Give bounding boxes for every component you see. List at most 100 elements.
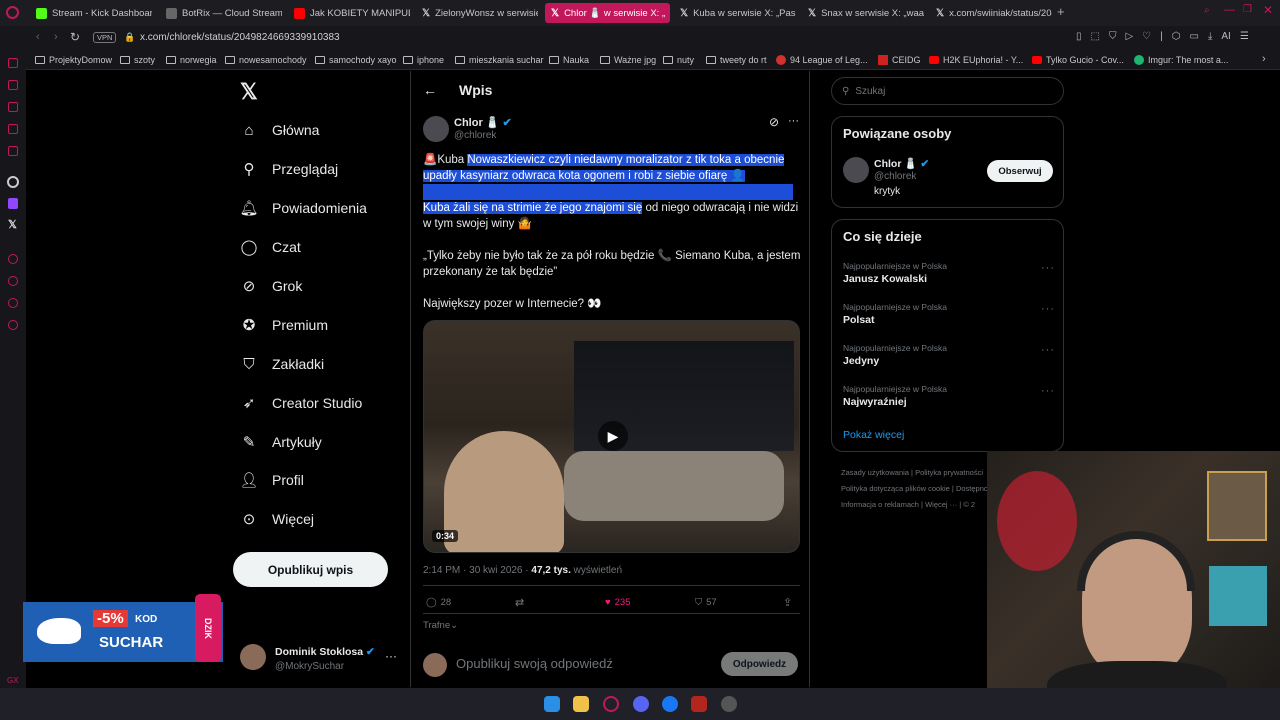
sidebar-clipboard-icon[interactable] — [8, 80, 18, 90]
tab-chlor-active[interactable]: 𝕏 Chlor 🧂 w serwisie X: „ — [545, 3, 670, 23]
reply-action[interactable]: ◯ 28 — [426, 597, 451, 608]
nav-home[interactable]: ⌂ Główna — [240, 121, 319, 139]
bookmark-folder[interactable]: Nauka — [549, 55, 589, 65]
author-name[interactable]: Chlor 🧂 ✔ — [454, 116, 512, 129]
windows-start-icon[interactable] — [544, 696, 560, 712]
bookmark-folder[interactable]: mieszkania suchar — [455, 55, 544, 65]
footer-link[interactable]: Więcej ··· — [925, 500, 957, 509]
post-video[interactable]: ▶ 0:34 — [423, 320, 800, 553]
bookmark-folder[interactable]: norwegia — [166, 55, 217, 65]
share-icon[interactable]: ⇪ — [783, 596, 792, 609]
reply-button[interactable]: Odpowiedz — [721, 652, 798, 676]
tab-snax[interactable]: 𝕏 Snax w serwisie X: „waaa — [802, 3, 924, 23]
trend-item[interactable]: Najpopularniejsze w Polska Jedyny ··· — [832, 340, 1065, 380]
sidebar-messenger-icon[interactable] — [8, 124, 18, 134]
ai-icon[interactable]: AI — [1221, 31, 1230, 42]
author-avatar[interactable] — [423, 116, 449, 142]
sidebar-clock-icon[interactable] — [8, 276, 18, 286]
bookmark-folder[interactable]: nuty — [663, 55, 694, 65]
bookmark-icon[interactable]: ▯ — [1076, 31, 1082, 42]
post-menu-icon[interactable]: ··· — [788, 115, 799, 127]
nav-bookmarks[interactable]: ⛉ Zakładki — [240, 355, 324, 373]
nav-articles[interactable]: ✎ Artykuły — [240, 433, 322, 451]
trend-menu-icon[interactable]: ··· — [1041, 344, 1055, 356]
trend-menu-icon[interactable]: ··· — [1041, 262, 1055, 274]
sidebar-home-icon[interactable] — [8, 58, 18, 68]
trend-item[interactable]: Najpopularniejsze w Polska Janusz Kowals… — [832, 258, 1065, 298]
nav-premium[interactable]: ✪ Premium — [240, 316, 328, 334]
bookmark-folder[interactable]: tweety do rt — [706, 55, 767, 65]
snapshot-icon[interactable]: ⬚ — [1091, 31, 1100, 42]
search-box[interactable]: ⚲ Szukaj — [831, 77, 1064, 105]
repost-icon[interactable]: ⇄ — [515, 596, 524, 609]
sidebar-settings-icon[interactable] — [8, 320, 18, 330]
extensions-icon[interactable]: ⬡ — [1172, 31, 1181, 42]
bookmarks-overflow-icon[interactable]: › — [1262, 53, 1266, 65]
bookmark-link[interactable]: Imgur: The most a... — [1134, 55, 1228, 65]
sidebar-gx-icon[interactable]: GX — [7, 676, 19, 685]
bookmark-folder[interactable]: ProjektyDomow — [35, 55, 112, 65]
discord-icon[interactable] — [633, 696, 649, 712]
bookmark-action[interactable]: ⛉ 57 — [695, 597, 717, 608]
tab-kuba[interactable]: 𝕏 Kuba w serwisie X: „Pasu — [674, 3, 796, 23]
back-icon[interactable]: ‹ — [36, 31, 40, 43]
grok-explain-icon[interactable]: ⊘ — [769, 115, 779, 129]
forward-icon[interactable]: › — [54, 31, 58, 43]
tab-swiiniak[interactable]: 𝕏x.com/swiiniak/status/204 — [930, 3, 1052, 23]
trend-menu-icon[interactable]: ··· — [1041, 385, 1055, 397]
heart-icon[interactable]: ♡ — [1142, 31, 1151, 42]
related-avatar[interactable] — [843, 157, 869, 183]
nav-chat[interactable]: ◯ Czat — [240, 238, 301, 256]
nav-notifications[interactable]: 🔔︎ Powiadomienia — [239, 199, 366, 217]
brave-icon[interactable] — [691, 696, 707, 712]
maximize-icon[interactable]: ❐ — [1243, 4, 1252, 15]
opera-gx-icon[interactable] — [603, 696, 619, 712]
vpn-badge[interactable]: VPN — [93, 32, 117, 43]
tab-kick[interactable]: Stream - Kick Dashboard — [30, 3, 152, 23]
bookmark-link[interactable]: CEIDG — [878, 55, 921, 65]
like-action[interactable]: ♥ 235 — [605, 597, 631, 608]
tab-botrix[interactable]: BotRix — Cloud Streaming — [160, 3, 282, 23]
play-icon[interactable]: ▷ — [1125, 31, 1133, 42]
back-arrow-icon[interactable]: ← — [423, 82, 437, 98]
avatar[interactable] — [240, 644, 266, 670]
download-icon[interactable]: ⤓ — [1208, 31, 1212, 42]
sidebar-game-icon[interactable] — [8, 102, 18, 112]
footer-link[interactable]: Zasady użytkowania — [841, 468, 909, 477]
sort-dropdown[interactable]: Trafne⌄ — [423, 620, 458, 631]
bookmark-folder[interactable]: nowesamochody — [225, 55, 307, 65]
new-tab-icon[interactable]: + — [1057, 4, 1065, 19]
url-field[interactable]: x.com/chlorek/status/2049824669339910383 — [140, 32, 340, 43]
bookmark-folder[interactable]: samochody xayo — [315, 55, 397, 65]
steam-icon[interactable] — [721, 696, 737, 712]
reload-icon[interactable]: ↻ — [70, 30, 80, 44]
sidebar-mail-icon[interactable] — [8, 146, 18, 156]
sidebar-chatgpt-icon[interactable] — [7, 176, 19, 188]
sidebar-twitch-icon[interactable] — [8, 198, 18, 209]
bookmark-folder[interactable]: iphone — [403, 55, 444, 65]
footer-link[interactable]: Polityka prywatności — [915, 468, 983, 477]
follow-button[interactable]: Obserwuj — [987, 160, 1053, 182]
bookmark-link[interactable]: 94 League of Leg... — [776, 55, 868, 65]
account-menu-icon[interactable]: ··· — [385, 649, 397, 663]
trend-menu-icon[interactable]: ··· — [1041, 303, 1055, 315]
nav-grok[interactable]: ⊘ Grok — [240, 277, 303, 295]
search-input[interactable]: Szukaj — [855, 86, 885, 97]
nav-creator-studio[interactable]: ➶ Creator Studio — [240, 394, 363, 412]
menu-icon[interactable]: ☰ — [1240, 31, 1249, 42]
sidebar-x-icon[interactable]: 𝕏 — [8, 218, 17, 231]
facebook-icon[interactable] — [662, 696, 678, 712]
show-more-link[interactable]: Pokaż więcej — [843, 429, 904, 441]
bookmark-link[interactable]: H2K EUphoria! - Y... — [929, 55, 1023, 65]
trend-item[interactable]: Najpopularniejsze w Polska Najwyraźniej … — [832, 381, 1065, 421]
nav-profile[interactable]: 👤︎ Profil — [239, 471, 303, 489]
publish-post-button[interactable]: Opublikuj wpis — [233, 552, 388, 587]
wallet-icon[interactable]: ▭ — [1189, 31, 1198, 42]
tab-zielonywonsz[interactable]: 𝕏 ZielonyWonsz w serwisie — [416, 3, 538, 23]
file-explorer-icon[interactable] — [573, 696, 589, 712]
play-button-icon[interactable]: ▶ — [598, 421, 628, 451]
footer-link[interactable]: Polityka dotycząca plików cookie — [841, 484, 950, 493]
trend-item[interactable]: Najpopularniejsze w Polska Polsat ··· — [832, 299, 1065, 339]
close-window-icon[interactable]: ✕ — [1263, 3, 1273, 17]
tab-youtube[interactable]: Jak KOBIETY MANIPULU... — [288, 3, 410, 23]
